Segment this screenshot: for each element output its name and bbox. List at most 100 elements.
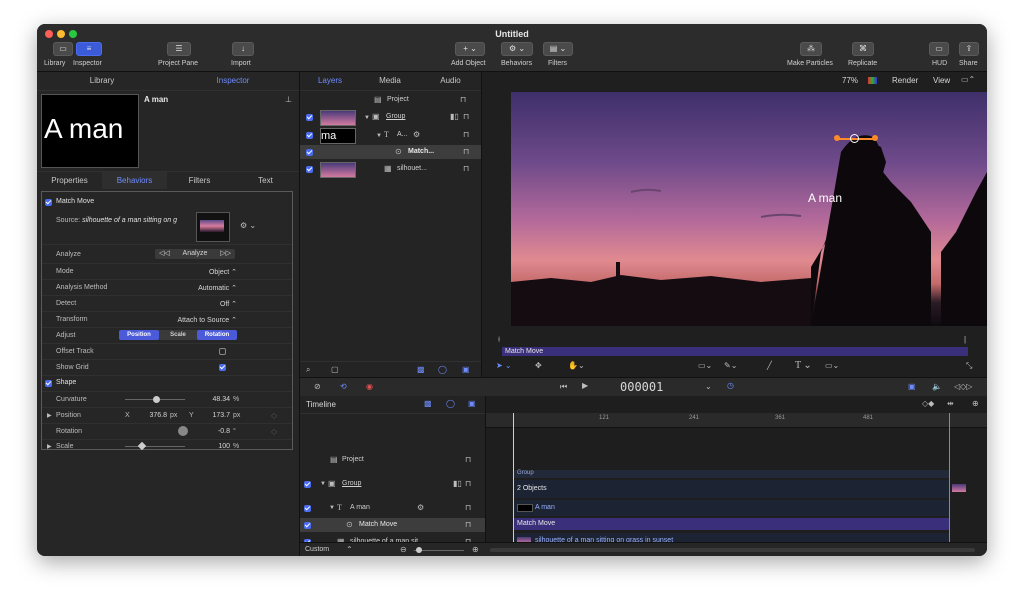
brush-tool-icon[interactable]: ╱ [767, 362, 772, 370]
timeline-visibility-checkbox[interactable] [304, 481, 311, 488]
tab-inspector[interactable]: Inspector [167, 72, 299, 90]
scale-value[interactable]: 100 [197, 443, 230, 450]
curvature-slider[interactable] [125, 396, 185, 403]
inspector-toggle-button[interactable]: ≡ [76, 42, 102, 56]
pin-icon[interactable]: ⊥ [285, 96, 292, 104]
tab-library[interactable]: Library [37, 72, 167, 90]
rotation-keyframe-icon[interactable]: ◇ [271, 428, 277, 436]
lock-icon[interactable]: ⊓ [463, 131, 469, 139]
add-layer-icon[interactable]: ▢ [331, 366, 339, 374]
replicate-button[interactable]: ⌘ [852, 42, 874, 56]
timeline-row-project[interactable]: ▤ Project ⊓ [300, 452, 485, 468]
track-group[interactable]: 2 Objects [514, 480, 949, 498]
preset-chevron-icon[interactable]: ⌃ [346, 546, 353, 554]
playhead-end-icon[interactable]: | [964, 335, 966, 344]
zoom-icon[interactable]: ⊕ [972, 400, 979, 408]
layer-row-silhouette[interactable]: ▦ silhouet... ⊓ [300, 161, 481, 178]
source-thumbnail[interactable] [196, 212, 230, 242]
make-particles-button[interactable]: ⁂ [800, 42, 822, 56]
keyframe-icon[interactable]: ◇◆ [922, 400, 934, 408]
lock-icon[interactable]: ⊓ [465, 480, 471, 488]
lock-icon[interactable]: ⊓ [463, 113, 469, 121]
volume-icon[interactable]: 🔈 [932, 383, 942, 391]
analyze-forward-icon[interactable]: ▷▷ [220, 249, 231, 259]
video-toggle-icon[interactable]: ▣ [908, 383, 916, 391]
layer-row-match-move[interactable]: ⊙ Match... ⊓ [300, 145, 481, 159]
group-options-icon[interactable]: ▮▯ [450, 113, 459, 121]
add-object-button[interactable]: + ⌄ [455, 42, 485, 56]
position-disclosure-icon[interactable]: ▶ [47, 412, 52, 420]
lock-icon[interactable]: ⊓ [465, 456, 471, 464]
scale-slider[interactable] [125, 441, 185, 451]
curvature-value[interactable]: 48.34 [187, 396, 230, 403]
layer-visibility-checkbox[interactable] [306, 166, 313, 173]
behavior-gear-icon[interactable]: ⚙ [413, 131, 420, 139]
out-point-marker[interactable] [949, 413, 950, 553]
tracking-point-center[interactable] [850, 134, 859, 143]
go-to-start-icon[interactable]: ⏮ [560, 383, 567, 391]
search-icon[interactable]: ⌕ [306, 366, 310, 374]
adjust-position-option[interactable]: Position [119, 330, 159, 340]
timeline-ruler[interactable]: 121 241 361 481 [486, 413, 987, 428]
filter-icon[interactable]: ▣ [462, 366, 470, 374]
pen-tool-icon[interactable]: ✎⌄ [724, 362, 737, 370]
layout-icon[interactable]: ▭⌃ [961, 76, 975, 84]
layer-row-project[interactable]: ▤ Project ⊓ [300, 93, 481, 107]
lock-icon[interactable]: ⊓ [463, 165, 469, 173]
zoom-menu[interactable]: 77% [842, 76, 858, 85]
rotation-dial[interactable] [178, 426, 188, 436]
behavior-gear-icon[interactable]: ⚙ [417, 504, 424, 512]
mode-select[interactable]: Object ⌃ [167, 268, 237, 276]
snap-icon[interactable]: ⇹ [947, 400, 954, 408]
view-menu[interactable]: View [933, 76, 950, 85]
timeline-row-text[interactable]: ▼ T A man ⚙ ⊓ [300, 500, 485, 516]
keyframe-nav-icon[interactable]: ◁◇▷ [954, 383, 972, 391]
tab-behaviors[interactable]: Behaviors [102, 172, 167, 189]
zoom-preset-select[interactable]: Custom [305, 546, 329, 553]
layer-row-group[interactable]: ▼ ▣ Group ▮▯ ⊓ [300, 109, 481, 126]
track-match-move[interactable]: Match Move [514, 518, 949, 530]
tab-layers[interactable]: Layers [300, 72, 360, 90]
detect-select[interactable]: Off ⌃ [167, 300, 237, 308]
playhead-start-icon[interactable]: ⍿ [498, 335, 500, 345]
mask-icon[interactable]: ◯ [446, 400, 455, 408]
behaviors-button[interactable]: ⚙ ⌄ [501, 42, 533, 56]
tracking-point-left[interactable] [834, 135, 840, 141]
layer-row-text[interactable]: ma ▼ T A... ⚙ ⊓ [300, 127, 481, 144]
render-menu[interactable]: Render [892, 76, 918, 85]
shape-checkbox[interactable] [45, 380, 52, 387]
shape-tool-icon[interactable]: ▭⌄ [698, 362, 712, 370]
timeline-row-group[interactable]: ▼ ▣ Group ▮▯ ⊓ [300, 476, 485, 492]
pattern-icon[interactable]: ▩ [424, 400, 432, 408]
mute-icon[interactable]: ⊘ [314, 383, 321, 391]
zoom-out-icon[interactable]: ⊖ [400, 546, 407, 554]
mini-timeline-track[interactable]: Match Move [502, 347, 968, 356]
timecode-display[interactable]: 000001 [620, 380, 663, 394]
analyze-back-icon[interactable]: ◁◁ [159, 249, 170, 259]
mask-tool-icon[interactable]: ▭⌄ [825, 362, 839, 370]
canvas-image[interactable]: A man [511, 92, 987, 326]
transform-select[interactable]: Attach to Source ⌃ [147, 316, 237, 324]
library-toggle-button[interactable]: ▭ [53, 42, 73, 56]
loop-icon[interactable]: ⟲ [340, 383, 347, 391]
track-group-header[interactable]: Group [514, 470, 949, 478]
curvature-slider-knob[interactable] [153, 396, 160, 403]
offset-track-checkbox[interactable] [219, 348, 226, 355]
timing-icon[interactable]: ◷ [727, 382, 734, 390]
timeline-row-match-move[interactable]: ⊙ Match Move ⊓ [300, 518, 485, 532]
disclosure-down-icon[interactable]: ▼ [376, 132, 382, 140]
lock-icon[interactable]: ⊓ [463, 148, 469, 156]
channels-icon[interactable] [868, 77, 877, 84]
scale-disclosure-icon[interactable]: ▶ [47, 443, 52, 451]
timeline-zoom-knob[interactable] [416, 547, 422, 553]
disclosure-down-icon[interactable]: ▼ [320, 480, 326, 488]
pattern-icon[interactable]: ▩ [417, 366, 425, 374]
group-options-icon[interactable]: ▮▯ [453, 480, 462, 488]
timeline-zoom-slider[interactable] [414, 547, 464, 553]
timeline-scrollbar[interactable] [490, 548, 975, 552]
project-pane-button[interactable]: ☰ [167, 42, 191, 56]
disclosure-down-icon[interactable]: ▼ [329, 504, 335, 512]
match-move-checkbox[interactable] [45, 199, 52, 206]
lock-icon[interactable]: ⊓ [465, 504, 471, 512]
layer-visibility-checkbox[interactable] [306, 114, 313, 121]
